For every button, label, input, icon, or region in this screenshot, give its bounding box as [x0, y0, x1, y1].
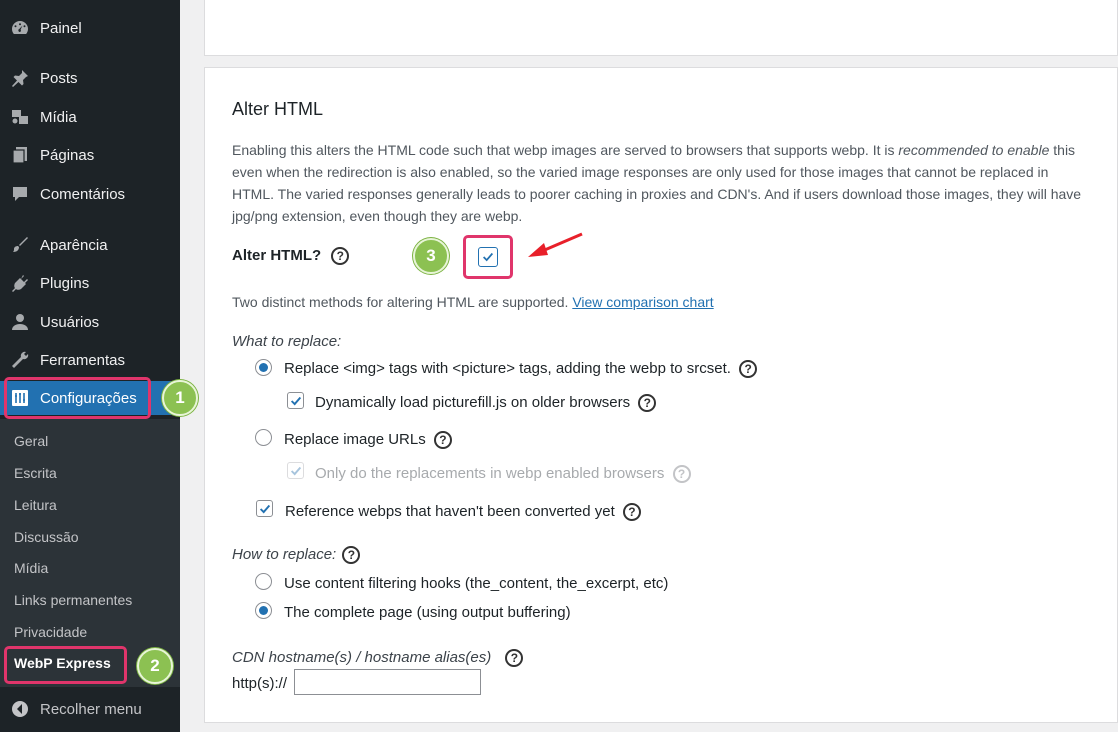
alter-html-label: Alter HTML? ? [232, 247, 350, 266]
submenu-escrita[interactable]: Escrita [14, 465, 57, 481]
brush-icon [0, 235, 40, 255]
content-hooks-label: Use content filtering hooks (the_content… [284, 575, 669, 592]
submenu-discussao[interactable]: Discussão [14, 529, 79, 545]
menu-midia[interactable]: Mídia [0, 100, 180, 134]
menu-label: Comentários [40, 185, 126, 203]
help-icon[interactable]: ? [622, 503, 641, 522]
picturefill-checkbox[interactable] [287, 392, 304, 409]
reference-unconverted-label: Reference webps that haven't been conver… [285, 503, 641, 522]
section-description: Enabling this alters the HTML code such … [232, 139, 1092, 227]
replace-picture-text: Replace <img> tags with <picture> tags, … [284, 360, 731, 377]
step-badge-1: 1 [162, 380, 198, 416]
what-to-replace-label: What to replace: [232, 333, 342, 350]
wrench-icon [0, 350, 40, 370]
menu-label: Usuários [40, 313, 100, 331]
replace-picture-radio[interactable] [255, 359, 272, 376]
menu-label: Ferramentas [40, 351, 126, 369]
submenu-leitura[interactable]: Leitura [14, 497, 57, 513]
menu-painel[interactable]: Painel [0, 11, 180, 45]
reference-unconverted-checkbox[interactable] [256, 500, 273, 517]
pin-icon [0, 68, 40, 88]
alter-html-label-text: Alter HTML? [232, 247, 322, 264]
menu-label: Posts [40, 69, 78, 87]
how-to-replace-text: How to replace: [232, 546, 337, 563]
methods-text: Two distinct methods for altering HTML a… [232, 294, 714, 310]
menu-usuarios[interactable]: Usuários [0, 305, 180, 339]
highlight-webp-express [4, 646, 127, 684]
submenu-privacidade[interactable]: Privacidade [14, 624, 87, 640]
checkmark-icon [290, 466, 301, 475]
submenu-links-permanentes[interactable]: Links permanentes [14, 592, 132, 608]
help-icon[interactable]: ? [433, 431, 452, 450]
cdn-hostname-input[interactable] [294, 669, 481, 695]
picturefill-text: Dynamically load picturefill.js on older… [315, 394, 631, 411]
methods-text-content: Two distinct methods for altering HTML a… [232, 294, 573, 310]
checkmark-icon [259, 504, 270, 513]
content-hooks-radio[interactable] [255, 573, 272, 590]
output-buffering-label: The complete page (using output bufferin… [284, 604, 571, 621]
menu-label: Aparência [40, 236, 108, 254]
desc-emphasis: recommended to enable [898, 142, 1050, 158]
collapse-icon [0, 699, 40, 719]
red-arrow-icon [528, 232, 583, 257]
only-webp-browsers-checkbox[interactable] [287, 462, 304, 479]
reference-unconverted-text: Reference webps that haven't been conver… [285, 503, 615, 520]
comments-icon [0, 184, 40, 204]
cdn-label: CDN hostname(s) / hostname alias(es) ? [232, 649, 524, 668]
replace-picture-label: Replace <img> tags with <picture> tags, … [284, 360, 758, 379]
view-comparison-chart-link[interactable]: View comparison chart [572, 294, 713, 310]
collapse-label: Recolher menu [40, 700, 142, 718]
help-icon[interactable]: ? [672, 465, 691, 484]
dashboard-icon [0, 18, 40, 38]
help-icon[interactable]: ? [331, 247, 350, 266]
cdn-prefix: http(s):// [232, 675, 288, 692]
only-webp-browsers-label: Only do the replacements in webp enabled… [315, 465, 691, 484]
picturefill-label: Dynamically load picturefill.js on older… [315, 394, 657, 413]
output-buffering-radio[interactable] [255, 602, 272, 619]
help-icon[interactable]: ? [739, 360, 758, 379]
only-webp-browsers-text: Only do the replacements in webp enabled… [315, 465, 665, 482]
menu-label: Mídia [40, 108, 77, 126]
menu-ferramentas[interactable]: Ferramentas [0, 343, 180, 377]
help-icon[interactable]: ? [505, 649, 524, 668]
menu-paginas[interactable]: Páginas [0, 138, 180, 172]
highlight-configuracoes [4, 377, 151, 419]
submenu-geral[interactable]: Geral [14, 433, 48, 449]
menu-plugins[interactable]: Plugins [0, 266, 180, 300]
submenu-midia[interactable]: Mídia [14, 560, 48, 576]
alter-html-checkbox[interactable] [478, 247, 498, 267]
menu-comentarios[interactable]: Comentários [0, 177, 180, 211]
replace-urls-text: Replace image URLs [284, 431, 426, 448]
menu-posts[interactable]: Posts [0, 61, 180, 95]
plugin-icon [0, 273, 40, 293]
replace-urls-radio[interactable] [255, 429, 272, 446]
cdn-label-text: CDN hostname(s) / hostname alias(es) [232, 649, 492, 666]
menu-label: Plugins [40, 274, 90, 292]
step-badge-3: 3 [413, 238, 449, 274]
top-settings-panel [204, 0, 1118, 56]
menu-aparencia[interactable]: Aparência [0, 228, 180, 262]
help-icon[interactable]: ? [638, 394, 657, 413]
step-badge-2: 2 [137, 648, 173, 684]
checkmark-icon [483, 252, 494, 262]
desc-text: Enabling this alters the HTML code such … [232, 142, 899, 158]
collapse-menu-button[interactable]: Recolher menu [0, 692, 180, 726]
replace-urls-label: Replace image URLs ? [284, 431, 452, 450]
media-icon [0, 107, 40, 127]
user-icon [0, 312, 40, 332]
checkmark-icon [290, 396, 301, 405]
admin-sidebar: Painel Posts Mídia Páginas Comentários A… [0, 0, 180, 732]
menu-label: Páginas [40, 146, 95, 164]
section-title: Alter HTML [232, 99, 324, 119]
radio-dot [259, 363, 268, 372]
menu-label: Painel [40, 19, 82, 37]
how-to-replace-label: How to replace: ? [232, 546, 361, 565]
pages-icon [0, 145, 40, 165]
radio-dot [259, 606, 268, 615]
help-icon[interactable]: ? [342, 546, 361, 565]
